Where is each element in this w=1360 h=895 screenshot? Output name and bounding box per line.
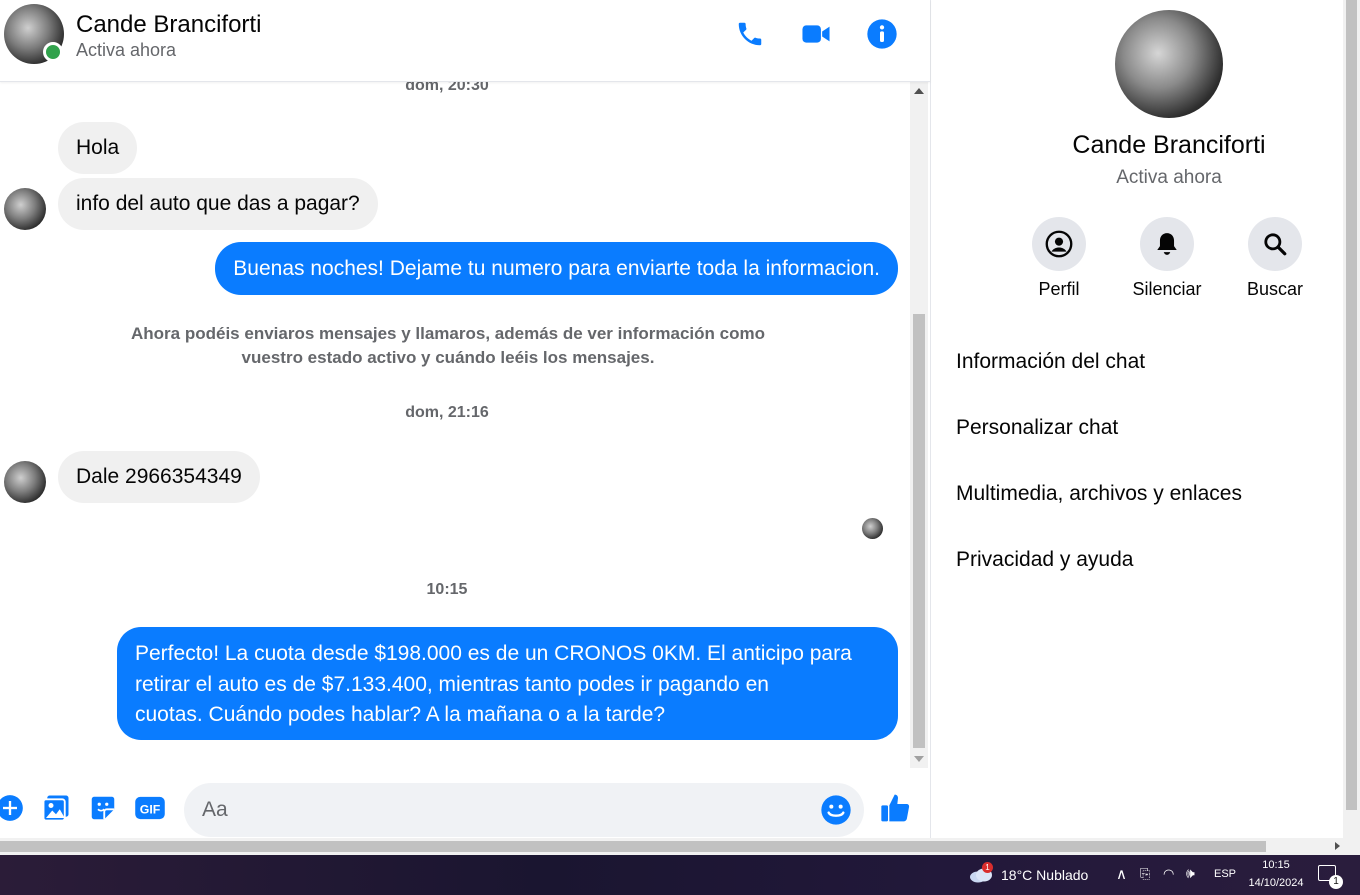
emoji-icon bbox=[821, 795, 851, 825]
bell-icon bbox=[1157, 233, 1177, 255]
emoji-button[interactable] bbox=[820, 794, 852, 826]
page-vertical-scrollbar[interactable] bbox=[1343, 0, 1360, 838]
clock-time[interactable]: 10:15 bbox=[1246, 859, 1306, 871]
read-receipt-avatar bbox=[862, 518, 883, 539]
online-indicator bbox=[43, 42, 63, 62]
message-bubble-outgoing[interactable]: Perfecto! La cuota desde $198.000 es de … bbox=[117, 627, 898, 740]
windows-taskbar: 1 18°C Nublado ∧ ⎘ ◠ 🕪 ESP 10:15 14/10/2… bbox=[0, 855, 1360, 895]
volume-icon[interactable]: 🕪 bbox=[1186, 865, 1195, 882]
message-line: retirar el auto es de $7.133.400, mientr… bbox=[135, 672, 769, 696]
menu-customize-chat[interactable]: Personalizar chat bbox=[956, 416, 1118, 440]
gif-button[interactable]: GIF bbox=[134, 792, 166, 824]
sender-avatar[interactable] bbox=[4, 461, 46, 503]
search-circle bbox=[1248, 217, 1302, 271]
menu-media-files-links[interactable]: Multimedia, archivos y enlaces bbox=[956, 482, 1242, 506]
message-bubble-incoming[interactable]: Hola bbox=[58, 122, 138, 174]
message-bubble-incoming[interactable]: Dale 2966354349 bbox=[58, 451, 260, 503]
profile-name: Cande Branciforti bbox=[1072, 131, 1266, 159]
message-input[interactable] bbox=[184, 783, 864, 837]
send-like-button[interactable] bbox=[880, 792, 912, 824]
timestamp: dom, 20:30 bbox=[405, 82, 489, 94]
svg-text:GIF: GIF bbox=[140, 803, 161, 817]
action-label: Perfil bbox=[1038, 279, 1080, 299]
attach-media-button[interactable] bbox=[40, 792, 72, 824]
mute-button[interactable]: Silenciar bbox=[1122, 217, 1212, 300]
profile-circle bbox=[1032, 217, 1086, 271]
wifi-icon[interactable]: ◠ bbox=[1163, 866, 1174, 882]
scrollbar-thumb[interactable] bbox=[0, 841, 1266, 852]
language-indicator[interactable]: ESP bbox=[1214, 868, 1236, 880]
conversation-info-button[interactable] bbox=[862, 14, 902, 54]
more-actions-button[interactable] bbox=[0, 792, 26, 824]
weather-text[interactable]: 18°C Nublado bbox=[1001, 867, 1088, 883]
search-icon bbox=[1264, 233, 1287, 256]
scroll-up-arrow-icon[interactable] bbox=[914, 88, 924, 94]
page-horizontal-scrollbar[interactable] bbox=[0, 838, 1360, 855]
thumbs-up-icon bbox=[881, 794, 910, 822]
info-panel: Cande Branciforti Activa ahora Perfil Si… bbox=[930, 0, 1343, 838]
action-label: Silenciar bbox=[1132, 279, 1202, 299]
scrollbar-thumb[interactable] bbox=[913, 314, 925, 748]
video-call-button[interactable] bbox=[796, 14, 836, 54]
scrollbar-thumb[interactable] bbox=[1346, 0, 1357, 810]
search-button[interactable]: Buscar bbox=[1230, 217, 1320, 300]
info-icon bbox=[867, 19, 897, 49]
system-notice: Ahora podéis enviaros mensajes y llamaro… bbox=[110, 322, 786, 370]
timestamp: 10:15 bbox=[426, 581, 468, 598]
sticker-icon bbox=[91, 796, 115, 820]
chevron-up-icon[interactable]: ∧ bbox=[1116, 865, 1127, 883]
phone-icon bbox=[738, 22, 762, 46]
app-tray-icon[interactable]: ⎘ bbox=[1140, 866, 1150, 882]
weather-widget[interactable]: 1 bbox=[968, 862, 994, 884]
message-scrollbar[interactable] bbox=[910, 82, 928, 768]
composer: GIF bbox=[0, 770, 930, 838]
chat-header: Cande Branciforti Activa ahora bbox=[0, 0, 930, 82]
message-line: Perfecto! La cuota desde $198.000 es de … bbox=[135, 642, 852, 665]
weather-badge: 1 bbox=[982, 862, 993, 873]
plus-icon bbox=[0, 795, 23, 821]
audio-call-button[interactable] bbox=[730, 14, 770, 54]
message-bubble-outgoing[interactable]: Buenas noches! Dejame tu numero para env… bbox=[215, 242, 898, 295]
contact-status: Activa ahora bbox=[76, 40, 177, 60]
gif-icon: GIF bbox=[135, 796, 165, 820]
action-label: Buscar bbox=[1246, 279, 1304, 299]
profile-avatar[interactable] bbox=[1115, 10, 1223, 118]
contact-name[interactable]: Cande Branciforti bbox=[76, 11, 261, 39]
profile-status: Activa ahora bbox=[1116, 167, 1222, 188]
video-camera-icon bbox=[802, 25, 830, 43]
sticker-button[interactable] bbox=[87, 792, 119, 824]
image-gallery-icon bbox=[42, 795, 69, 822]
system-notice-line: vuestro estado activo y cuándo leéis los… bbox=[241, 348, 655, 367]
system-notice-line: Ahora podéis enviaros mensajes y llamaro… bbox=[131, 324, 765, 343]
menu-chat-info[interactable]: Información del chat bbox=[956, 350, 1145, 374]
message-bubble-incoming[interactable]: info del auto que das a pagar? bbox=[58, 178, 378, 230]
user-icon bbox=[1045, 230, 1073, 258]
profile-button[interactable]: Perfil bbox=[1014, 217, 1104, 300]
message-list[interactable]: dom, 20:30 Hola info del auto que das a … bbox=[0, 82, 910, 768]
sender-avatar[interactable] bbox=[4, 188, 46, 230]
mute-circle bbox=[1140, 217, 1194, 271]
clock-date[interactable]: 14/10/2024 bbox=[1246, 877, 1306, 889]
notification-count: 1 bbox=[1329, 875, 1343, 889]
message-line: cuotas. Cuándo podes hablar? A la mañana… bbox=[135, 703, 666, 726]
timestamp: dom, 21:16 bbox=[405, 404, 489, 421]
menu-privacy-support[interactable]: Privacidad y ayuda bbox=[956, 548, 1133, 572]
chat-window: Cande Branciforti Activa ahora dom, 20:3… bbox=[0, 0, 930, 838]
scroll-right-arrow-icon[interactable] bbox=[1335, 842, 1340, 850]
scroll-down-arrow-icon[interactable] bbox=[914, 756, 924, 762]
